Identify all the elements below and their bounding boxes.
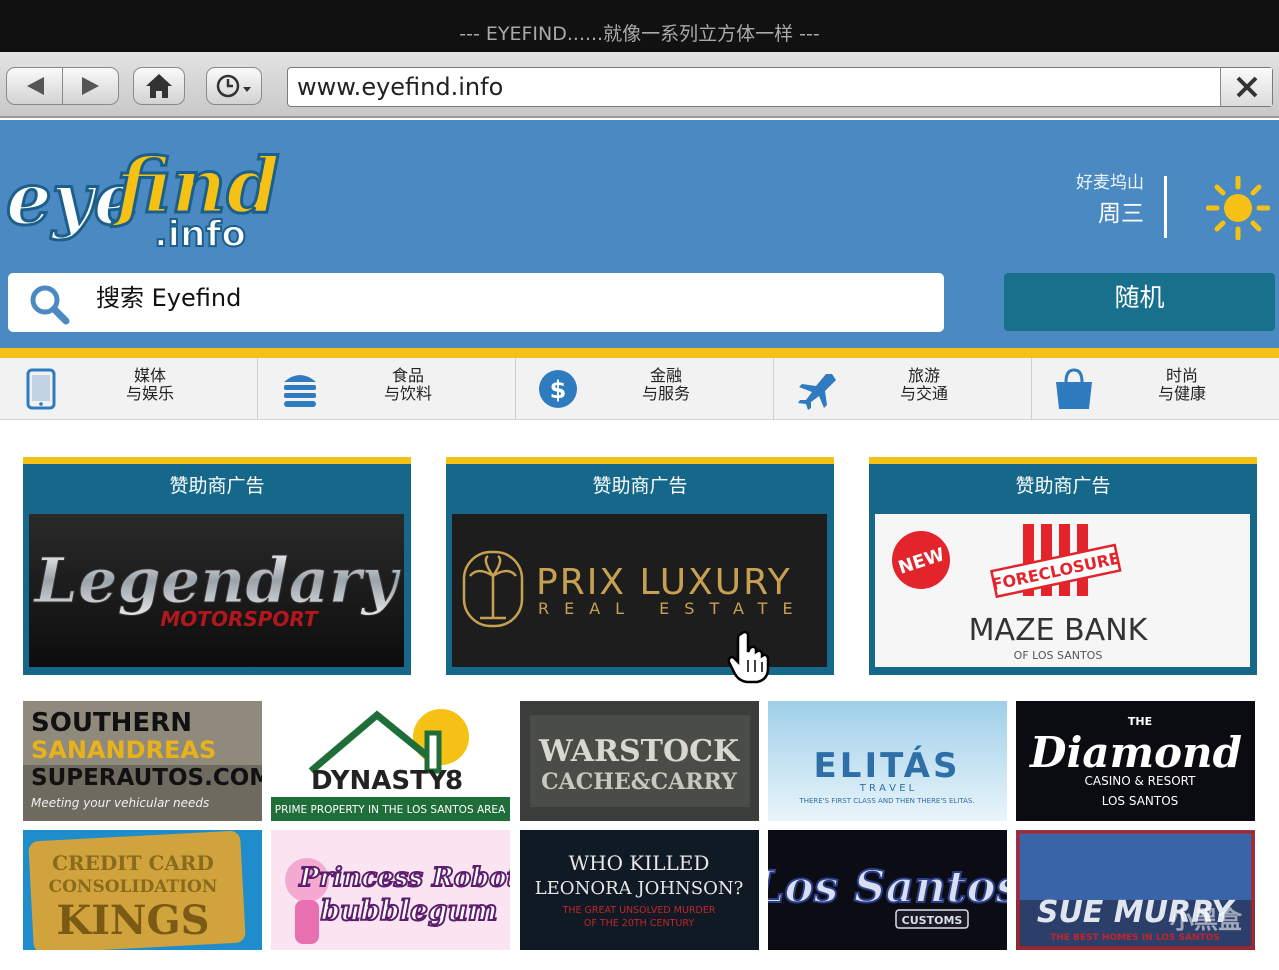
tile-text: Los Santos	[768, 862, 1007, 913]
prix-sub: REAL ESTATE	[538, 599, 808, 618]
home-button[interactable]	[133, 67, 185, 105]
arrow-left-icon	[27, 77, 44, 95]
category-fashion[interactable]: 时尚 与健康	[1032, 358, 1279, 420]
sponsor-ad-legendary[interactable]: 赞助商广告 Legendary MOTORSPORT	[23, 457, 411, 675]
category-nav: 媒体 与娱乐 食品 与饮料 $ 金融 与服务 旅游 与交通 时尚 与健康	[0, 358, 1279, 420]
sponsor-title: 赞助商广告	[169, 475, 265, 497]
tile-text: Meeting your vehicular needs	[31, 796, 209, 810]
dollar-icon: $	[539, 370, 577, 408]
tile-text: CREDIT CARD	[52, 851, 214, 875]
sponsor-title: 赞助商广告	[592, 475, 688, 497]
tile-text: Diamond	[1029, 728, 1242, 777]
ad-tile-diamond[interactable]: THE Diamond CASINO & RESORT LOS SANTOS	[1016, 701, 1255, 821]
browser-toolbar: www.eyefind.info	[0, 52, 1279, 118]
ad-tile-los-santos-customs[interactable]: Los Santos CUSTOMS	[768, 830, 1007, 950]
close-icon	[1236, 76, 1258, 98]
category-label: 旅游 与交通	[899, 366, 948, 403]
location-weather: 好麦坞山 周三	[1040, 170, 1144, 232]
category-media[interactable]: 媒体 与娱乐	[0, 358, 258, 420]
tile-text: WHO KILLED	[569, 851, 710, 875]
ad-tile-dynasty8[interactable]: DYNASTY 8 PRIME PROPERTY IN THE LOS SANT…	[271, 701, 510, 821]
sponsor-ad-prix[interactable]: 赞助商广告 PRIX LUXURY REAL ESTATE	[446, 457, 834, 675]
back-button[interactable]	[7, 68, 63, 104]
clock-icon	[216, 74, 251, 98]
tablet-icon	[26, 368, 56, 410]
search-icon	[30, 285, 70, 325]
accent-strip	[0, 348, 1279, 358]
tile-text: T R A V E L	[859, 783, 915, 794]
tile-text: CONSOLIDATION	[49, 877, 218, 897]
category-label: 媒体 与娱乐	[125, 366, 174, 403]
search-placeholder: 搜索 Eyefind	[96, 284, 242, 312]
arrow-right-icon	[82, 77, 99, 95]
tile-text: OF THE 20TH CENTURY	[584, 918, 694, 929]
category-food[interactable]: 食品 与饮料	[258, 358, 516, 420]
forward-button[interactable]	[63, 68, 119, 104]
tile-text: KINGS	[56, 897, 209, 944]
burger-icon	[284, 375, 316, 407]
category-label: 时尚 与健康	[1157, 366, 1206, 403]
category-travel[interactable]: 旅游 与交通	[774, 358, 1032, 420]
weekday: 周三	[1098, 201, 1144, 227]
address-bar[interactable]: www.eyefind.info	[287, 67, 1273, 107]
svg-text:.info: .info	[154, 214, 246, 255]
legendary-sub: MOTORSPORT	[160, 607, 319, 631]
site-header: eye find .info 好麦坞山 周三 搜索 Eyefind 随机	[0, 120, 1279, 348]
hand-cursor-icon	[727, 630, 770, 684]
ad-tile-warstock[interactable]: WARSTOCK CACHE&CARRY	[520, 701, 759, 821]
tile-text: WARSTOCK	[538, 734, 740, 769]
airplane-icon	[798, 374, 836, 410]
ad-tile-credit-card-kings[interactable]: CREDIT CARD CONSOLIDATION KINGS	[23, 830, 262, 950]
ad-tile-southern-sanandreas[interactable]: SOUTHERN SANANDREAS SUPERAUTOS.COM Meeti…	[23, 701, 262, 821]
tile-text: CACHE&CARRY	[541, 769, 737, 795]
category-label: 金融 与服务	[641, 366, 690, 403]
svg-text:$: $	[550, 376, 567, 404]
maze-bank-banner[interactable]: NEW FORECLOSURE MAZE BANK OF LOS SANTOS	[875, 514, 1250, 667]
divider	[1164, 176, 1167, 238]
tile-text: CUSTOMS	[902, 914, 963, 927]
search-input[interactable]: 搜索 Eyefind	[8, 273, 944, 332]
ad-tile-sue-murry[interactable]: SUE MURRY THE BEST HOMES IN LOS SANTOS 小…	[1016, 830, 1255, 950]
maze-bank-name: MAZE BANK	[969, 613, 1149, 648]
tile-text: ELITÁS	[814, 745, 961, 786]
window-title: --- EYEFIND......就像一系列立方体一样 ---	[0, 0, 1279, 52]
sponsor-title: 赞助商广告	[1015, 475, 1111, 497]
tile-text: LEONORA JOHNSON?	[535, 878, 744, 899]
tile-text: 8	[445, 766, 463, 796]
eyefind-logo[interactable]: eye find .info	[4, 138, 284, 258]
category-finance[interactable]: $ 金融 与服务	[516, 358, 774, 420]
sun-icon	[1206, 176, 1270, 240]
url-text[interactable]: www.eyefind.info	[297, 70, 503, 104]
random-button[interactable]: 随机	[1004, 273, 1275, 331]
sponsor-ad-mazebank[interactable]: 赞助商广告 NEW FORECLOSURE MAZE BANK OF LOS S…	[869, 457, 1257, 675]
tile-text: SUPERAUTOS.COM	[31, 765, 262, 791]
tile-text: THE BEST HOMES IN LOS SANTOS	[1050, 933, 1220, 943]
watermark: 小黑盒	[1170, 906, 1243, 934]
close-tab-button[interactable]	[1220, 68, 1272, 106]
ad-tile-elitas[interactable]: ELITÁS T R A V E L THERE'S FIRST CLASS A…	[768, 701, 1007, 821]
location-city: 好麦坞山	[1076, 173, 1144, 193]
ad-tile-princess-robot[interactable]: Princess Robot bubblegum	[271, 830, 510, 950]
tile-text: Princess Robot	[298, 863, 510, 893]
maze-bank-sub: OF LOS SANTOS	[1014, 649, 1103, 662]
tile-text: THERE'S FIRST CLASS AND THEN THERE'S ELI…	[798, 797, 974, 805]
tile-text: LOS SANTOS	[1102, 794, 1179, 808]
legendary-banner[interactable]: Legendary MOTORSPORT	[29, 514, 404, 667]
back-forward-group	[6, 67, 119, 105]
tile-text: SANANDREAS	[31, 736, 216, 764]
tile-text: DYNASTY	[311, 766, 448, 796]
history-button[interactable]	[206, 67, 262, 105]
category-label: 食品 与饮料	[383, 366, 432, 403]
shopping-bag-icon	[1056, 368, 1092, 409]
ad-tile-leonora-johnson[interactable]: WHO KILLED LEONORA JOHNSON? THE GREAT UN…	[520, 830, 759, 950]
prix-name: PRIX LUXURY	[536, 562, 792, 603]
tile-text: THE	[1128, 715, 1152, 728]
tile-text: SOUTHERN	[31, 708, 192, 738]
tile-text: bubblegum	[320, 894, 497, 927]
tile-text: THE GREAT UNSOLVED MURDER	[562, 905, 716, 916]
tile-text: PRIME PROPERTY IN THE LOS SANTOS AREA	[275, 804, 506, 816]
home-icon	[146, 74, 172, 98]
tile-text: CASINO & RESORT	[1085, 774, 1197, 788]
